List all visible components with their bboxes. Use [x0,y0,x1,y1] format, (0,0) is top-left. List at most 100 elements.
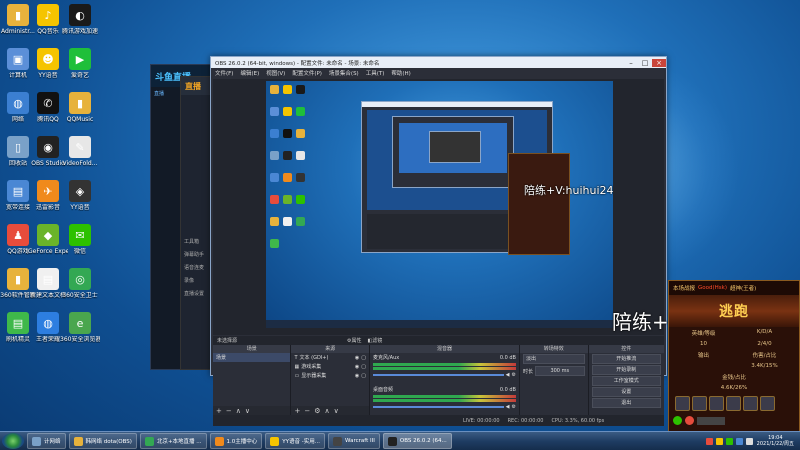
lock-icon[interactable]: ▢ [361,373,366,379]
close-icon[interactable]: × [652,58,666,67]
taskbar-app-icon [270,436,280,446]
clock[interactable]: 19:04 2021/1/22/周五 [757,435,800,447]
gear-icon[interactable]: ⚙ [511,404,515,410]
eye-icon[interactable]: ◉ [355,364,359,370]
desktop-icon[interactable]: ◎ 360安全卫士 [60,268,100,299]
desktop-icon[interactable]: ◈ YY语音 [60,180,100,211]
preview-desktop-icon [270,129,279,138]
tray-app-icon[interactable] [725,437,733,445]
desktop-icon[interactable]: ▮ QQMusic [60,92,100,123]
mixer-channel: 麦克风/Aux 0.0 dB ◀ ⚙ [370,353,519,379]
down-icon[interactable]: ∨ [334,407,339,415]
channel-name: 麦克风/Aux [372,355,400,361]
taskbar-item-label: Warcraft III [345,438,375,444]
volume-slider[interactable] [372,406,504,408]
control-button[interactable]: 开始推流 [591,354,662,364]
desktop-icon[interactable]: ▶ 爱奇艺 [60,48,100,79]
app-icon: ▮ [7,4,29,26]
taskbar-item[interactable]: YY语音 -实用... [265,433,325,449]
taskbar-app-icon [387,436,397,446]
taskbar-item[interactable]: 1.0主播中心 [209,433,263,449]
maximize-icon[interactable]: □ [638,59,652,67]
minimize-icon[interactable]: – [624,59,638,67]
taskbar-item[interactable]: Warcraft III [328,433,380,449]
speaker-icon[interactable]: ◀ [506,372,510,378]
lock-icon[interactable]: ▢ [361,355,366,361]
stat-label: K/D/A [756,329,773,335]
gear-icon[interactable]: ⚙ [314,407,320,415]
gear-icon[interactable]: ⚙ [511,372,515,378]
control-button[interactable]: 退出 [591,398,662,408]
tray-app-icon[interactable] [715,437,723,445]
volume-icon[interactable] [745,437,753,445]
stat-value: 2/4/0 [757,341,772,347]
obs-menu-item[interactable]: 文件(F) [215,69,233,77]
app-icon: ✉ [69,224,91,246]
lock-icon[interactable]: ▢ [361,364,366,370]
obs-preview-area[interactable]: 陪练+V:huihui249 [213,79,664,335]
scenes-dock: 场景 场景 + − ∧ ∨ [213,345,292,415]
remove-icon[interactable]: − [226,407,232,415]
preview-desktop-icon [283,85,292,94]
desktop-icon[interactable]: e 360安全浏览器 [60,312,100,343]
duration-label: 时长 [522,368,533,375]
source-item[interactable]: T 文本 (GDI+) ◉ ▢ [291,353,368,362]
obs-menu-item[interactable]: 工具(T) [366,69,385,77]
eye-icon[interactable]: ◉ [355,355,359,361]
desktop-icon-label: 360安全卫士 [62,292,98,299]
obs-titlebar[interactable]: OBS 26.0.2 (64-bit, windows) - 配置文件: 未命名… [211,57,666,68]
properties-button[interactable]: 属性 [352,337,362,344]
down-icon[interactable]: ∨ [245,407,250,415]
obs-window[interactable]: OBS 26.0.2 (64-bit, windows) - 配置文件: 未命名… [210,56,667,426]
speaker-icon[interactable]: ◀ [506,404,510,410]
desktop-icon[interactable]: ◐ 腾讯游戏加速 [60,4,100,35]
preview-desktop-icon [283,129,292,138]
tray-app-icon[interactable] [705,437,713,445]
cpu-status: CPU: 3.3%, 60.00 fps [551,417,605,424]
control-button[interactable]: 工作室模式 [591,376,662,386]
no-source-label: 未选择源 [217,338,238,344]
preview-desktop-icon [270,173,279,182]
desktop-icon[interactable]: ✉ 微信 [60,224,100,255]
source-item[interactable]: ▭ 显示器采集 ◉ ▢ [291,371,368,380]
add-icon[interactable]: + [216,407,222,415]
desktop-icon-label: VideoFold... [62,160,98,167]
remove-icon[interactable]: − [304,407,310,415]
source-item[interactable]: ▦ 游戏采集 ◉ ▢ [291,362,368,371]
app-icon: ☻ [37,48,59,70]
control-button[interactable]: 设置 [591,387,662,397]
stat-value: 3.4K/15% [751,363,778,369]
control-button[interactable]: 开始录制 [591,365,662,375]
obs-menu-item[interactable]: 帮助(H) [391,69,410,77]
up-icon[interactable]: ∧ [236,407,241,415]
mixer-channel: 桌面音频 0.0 dB ◀ ⚙ [370,385,519,411]
app-icon: ◍ [7,92,29,114]
obs-menu-item[interactable]: 场景集合(S) [329,69,359,77]
obs-menu-item[interactable]: 编辑(E) [240,69,259,77]
taskbar-item-label: 计网络 [44,439,61,445]
eye-icon[interactable]: ◉ [355,373,359,379]
sources-header: 来源 [291,345,369,353]
obs-menu-item[interactable]: 配置文件(P) [292,69,322,77]
obs-menu-item[interactable]: 视图(V) [266,69,285,77]
filters-button[interactable]: 滤镜 [372,337,382,344]
preview-desktop-icon [296,151,305,160]
desktop-icon-label: 腾讯游戏加速 [61,28,98,35]
desktop-icon[interactable]: ✎ VideoFold... [60,136,100,167]
preview-desktop-icon [296,107,305,116]
up-icon[interactable]: ∧ [325,407,330,415]
taskbar-item[interactable]: 计网络 [27,433,66,449]
close-icon[interactable] [685,416,694,425]
scene-item[interactable]: 场景 [213,353,291,362]
transition-select[interactable]: 淡出 [522,354,585,364]
taskbar-item[interactable]: 北京+本地直播 ... [139,433,207,449]
add-icon[interactable]: + [294,407,300,415]
duration-input[interactable]: 300 ms [534,366,585,376]
taskbar-item[interactable]: 韩网络 dota(OBS) [68,433,137,449]
share-icon[interactable] [673,416,682,425]
network-icon[interactable] [735,437,743,445]
volume-slider[interactable] [372,374,504,376]
start-button[interactable] [2,433,24,449]
preview-desktop-icon [283,151,292,160]
taskbar-item[interactable]: OBS 26.0.2 (64... [382,433,452,449]
